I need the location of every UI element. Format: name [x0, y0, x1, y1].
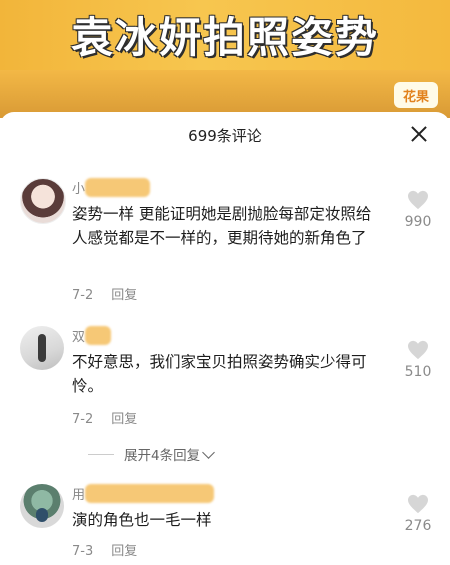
- comment-meta: 7-3 回复: [72, 540, 137, 559]
- comment-text: 不好意思，我们家宝贝拍照姿势确实少得可怜。: [72, 353, 367, 395]
- video-banner[interactable]: 袁冰妍拍照姿势 花果: [0, 0, 450, 118]
- expand-replies-label: 展开4条回复: [124, 448, 201, 464]
- like-count: 276: [404, 518, 432, 534]
- reply-button[interactable]: 回复: [111, 412, 137, 427]
- username-redacted: 道眼: [85, 326, 112, 345]
- comment-username[interactable]: 小泽园【嗨】: [72, 178, 151, 197]
- username-redacted: 户54986529309301: [85, 484, 214, 503]
- heart-icon: [407, 340, 429, 360]
- chevron-down-icon: [202, 445, 215, 459]
- reply-button[interactable]: 回复: [111, 544, 137, 559]
- close-icon[interactable]: [408, 123, 430, 145]
- username-text: 双: [72, 330, 86, 345]
- comment-date: 7-2: [72, 412, 94, 427]
- expand-replies-button[interactable]: 展开4条回复: [88, 444, 215, 464]
- username-text: 小: [72, 182, 86, 197]
- brand-logo: 花果: [394, 82, 438, 108]
- heart-icon: [407, 494, 429, 514]
- comment-date: 7-2: [72, 288, 94, 303]
- sheet-header: 699条评论: [0, 112, 450, 158]
- comment-text: 演的角色也一毛一样: [72, 511, 212, 529]
- avatar[interactable]: [20, 178, 66, 224]
- like-button[interactable]: 276: [400, 494, 436, 534]
- avatar[interactable]: [20, 326, 64, 370]
- comment-count-title: 699条评论: [188, 127, 262, 145]
- heart-icon: [407, 190, 429, 210]
- like-count: 990: [404, 214, 432, 230]
- avatar[interactable]: [20, 484, 64, 528]
- username-redacted: 泽园【嗨】: [85, 178, 151, 197]
- like-button[interactable]: 510: [400, 340, 436, 380]
- divider-line: [88, 453, 114, 455]
- username-text: 用: [72, 488, 86, 503]
- like-button[interactable]: 990: [400, 190, 436, 230]
- comment-meta: 7-2 回复: [72, 408, 137, 427]
- comment-date: 7-3: [72, 544, 94, 559]
- comment-text: 姿势一样 更能证明她是剧抛脸每部定妆照给人感觉都是不一样的，更期待她的新角色了: [72, 205, 372, 247]
- comment-username[interactable]: 用户54986529309301: [72, 484, 214, 503]
- comment-username[interactable]: 双道眼: [72, 326, 112, 345]
- video-title: 袁冰妍拍照姿势: [70, 13, 379, 62]
- video-background: [0, 70, 450, 118]
- reply-button[interactable]: 回复: [111, 288, 137, 303]
- comment-meta: 7-2 回复: [72, 284, 137, 303]
- comments-sheet: 699条评论: [0, 112, 450, 565]
- like-count: 510: [404, 364, 432, 380]
